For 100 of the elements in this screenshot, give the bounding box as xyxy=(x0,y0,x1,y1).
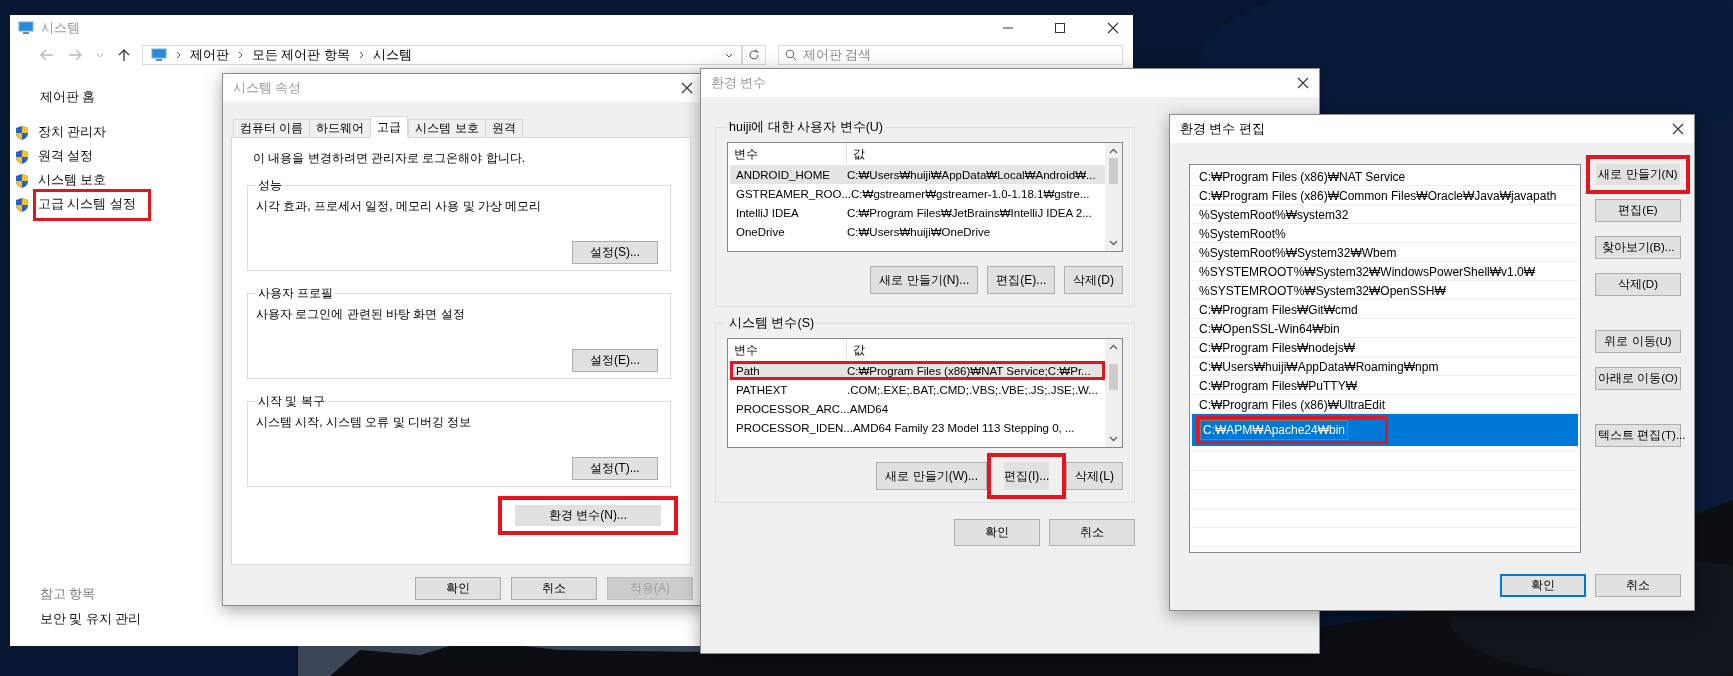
column-header[interactable]: 값 xyxy=(847,143,1105,165)
table-cell-text: PROCESSOR_IDEN... xyxy=(735,421,853,434)
table-cell: C:₩Users₩huiji₩AppData₩Local₩Android₩... xyxy=(847,168,1096,181)
list-item[interactable]: C:₩Program Files (x86)₩NAT Service xyxy=(1192,167,1578,186)
sidebar-link[interactable]: 고급 시스템 설정 xyxy=(33,189,151,221)
dialog-button[interactable]: 편집(I)... xyxy=(987,453,1067,499)
dialog-button[interactable]: 편집(E)... xyxy=(987,266,1056,294)
search-icon xyxy=(785,49,797,61)
side-button[interactable]: 위로 이동(U) xyxy=(1595,330,1681,353)
table-cell: C:₩Program Files (x86)₩NAT Service;C:₩Pr... xyxy=(847,364,1091,377)
list-item[interactable]: C:₩APM₩Apache24₩bin xyxy=(1192,414,1578,446)
close-icon[interactable] xyxy=(1107,22,1119,34)
table-cell-text: Path xyxy=(735,364,761,377)
side-button[interactable]: 편집(E) xyxy=(1595,199,1681,222)
dialog-button[interactable]: 확인 xyxy=(1500,574,1586,597)
dialog-button[interactable]: 취소 xyxy=(511,577,597,600)
table-row[interactable]: OneDrive C:₩Users₩huiji₩OneDrive xyxy=(730,222,1105,241)
dialog-button[interactable]: 새로 만들기(N)... xyxy=(870,266,979,294)
dialog-button[interactable]: 취소 xyxy=(1049,519,1135,546)
shield-icon xyxy=(15,148,29,165)
group-title: huiji에 대한 사용자 변수(U) xyxy=(728,119,884,136)
table-row[interactable]: ANDROID_HOME C:₩Users₩huiji₩AppData₩Local₩Android₩... xyxy=(730,165,1105,184)
tab[interactable]: 컴퓨터 이름 xyxy=(233,119,310,138)
chevron-up-icon[interactable] xyxy=(1109,148,1118,154)
table-row[interactable]: PROCESSOR_ARC...AMD64 xyxy=(730,399,1105,418)
search-input[interactable]: 제어판 검색 xyxy=(803,48,1103,62)
tab[interactable]: 고급 xyxy=(370,116,409,138)
side-button[interactable]: 찾아보기(B)... xyxy=(1595,236,1681,259)
sidebar-link[interactable]: 원격 설정 xyxy=(38,148,94,165)
breadcrumb-item[interactable]: 제어판 xyxy=(190,46,229,64)
scrollbar-thumb[interactable] xyxy=(1109,364,1118,390)
side-button[interactable]: 삭제(D) xyxy=(1595,273,1681,296)
list-item[interactable]: C:₩OpenSSL-Win64₩bin xyxy=(1192,319,1578,338)
refresh-icon xyxy=(748,49,760,61)
monitor-icon xyxy=(18,21,34,35)
maximize-icon[interactable] xyxy=(1055,23,1065,33)
sidebar-link[interactable]: 장치 관리자 xyxy=(38,124,107,141)
dialog-button[interactable]: 삭제(L) xyxy=(1066,462,1123,490)
table-row[interactable]: IntelliJ IDEA C:₩Program Files₩JetBrains₩IntelliJ IDEA 2... xyxy=(730,203,1105,222)
side-button[interactable]: 새로 만들기(N) xyxy=(1586,155,1690,194)
search-field[interactable]: 제어판 검색 xyxy=(778,45,1123,65)
tab[interactable]: 시스템 보호 xyxy=(408,119,485,138)
column-header[interactable]: 값 xyxy=(847,339,1105,361)
list-item[interactable]: C:₩Program Files (x86)₩UltraEdit xyxy=(1192,395,1578,414)
refresh-button[interactable] xyxy=(742,45,766,65)
table-row[interactable]: PROCESSOR_IDEN...AMD64 Family 23 Model 113 Stepping 0, ... xyxy=(730,418,1105,437)
breadcrumb-item[interactable]: 시스템 xyxy=(372,46,412,64)
table-row[interactable]: GSTREAMER_ROO...C:₩gstreamer₩gstreamer-1.0-1.18.1₩gstre... xyxy=(730,184,1105,203)
dialog-button[interactable]: 삭제(D) xyxy=(1064,266,1123,294)
sidebar-link[interactable]: 시스템 보호 xyxy=(38,172,107,189)
list-item[interactable]: %SystemRoot%₩system32 xyxy=(1192,205,1578,224)
scrollbar[interactable] xyxy=(1105,143,1122,251)
dialog-button[interactable]: 확인 xyxy=(415,577,501,600)
dialog-button[interactable]: 취소 xyxy=(1595,574,1681,597)
group-description: 시각 효과, 프로세서 일정, 메모리 사용 및 가상 메모리 xyxy=(256,198,543,215)
chevron-down-icon[interactable] xyxy=(725,52,733,58)
list-item[interactable]: %SYSTEMROOT%₩System32₩WindowsPowerShell₩v1.0₩ xyxy=(1192,262,1578,281)
chevron-up-icon[interactable] xyxy=(1109,344,1118,350)
chevron-down-icon[interactable] xyxy=(1109,436,1118,442)
tab[interactable]: 하드웨어 xyxy=(309,119,371,138)
list-item[interactable]: C:₩Program Files₩nodejs₩ xyxy=(1192,338,1578,357)
group-title: 시작 및 복구 xyxy=(257,393,326,410)
dialog-title: 환경 변수 xyxy=(711,74,767,92)
table-cell: C:₩Users₩huiji₩OneDrive xyxy=(847,225,991,238)
sidebar-link[interactable]: 보안 및 유지 관리 xyxy=(40,611,215,628)
list-item[interactable]: %SystemRoot%₩System32₩Wbem xyxy=(1192,243,1578,262)
settings-button[interactable]: 설정(T)... xyxy=(572,457,658,480)
scrollbar[interactable] xyxy=(1105,339,1122,447)
table-cell: .COM;.EXE;.BAT;.CMD;.VBS;.VBE;.JS;.JSE;.W... xyxy=(847,383,1098,396)
table-cell: AMD64 Family 23 Model 113 Stepping 0, ... xyxy=(852,421,1075,434)
scrollbar-thumb[interactable] xyxy=(1109,158,1118,184)
chevron-down-icon[interactable] xyxy=(1109,240,1118,246)
close-icon[interactable] xyxy=(1672,123,1684,135)
list-item[interactable]: C:₩Program Files₩Git₩cmd xyxy=(1192,300,1578,319)
list-item[interactable]: %SystemRoot% xyxy=(1192,224,1578,243)
environment-variables-button[interactable]: 환경 변수(N)... xyxy=(498,496,678,535)
list-item[interactable]: %SYSTEMROOT%₩System32₩OpenSSH₩ xyxy=(1192,281,1578,300)
dialog-title: 환경 변수 편집 xyxy=(1180,120,1265,138)
table-row[interactable]: Path C:₩Program Files (x86)₩NAT Service;C:₩Pr... xyxy=(730,361,1105,380)
table-cell-text: OneDrive xyxy=(735,225,786,238)
settings-button[interactable]: 설정(E)... xyxy=(572,349,658,372)
window-title: 시스템 xyxy=(41,19,80,37)
table-cell: C:₩Program Files₩JetBrains₩IntelliJ IDEA 2... xyxy=(847,206,1092,219)
up-arrow-icon[interactable] xyxy=(118,48,130,62)
input-field[interactable]: C:₩APM₩Apache24₩bin xyxy=(1196,416,1389,444)
table-cell-text: GSTREAMER_ROO... xyxy=(735,187,852,200)
breadcrumb-item[interactable]: 모든 제어판 항목 xyxy=(252,46,350,64)
list-item[interactable]: C:₩Users₩huiji₩AppData₩Roaming₩npm xyxy=(1192,357,1578,376)
dialog-button[interactable]: 확인 xyxy=(954,519,1040,546)
table-row[interactable]: PATHEXT .COM;.EXE;.BAT;.CMD;.VBS;.VBE;.JS;.JSE;.W... xyxy=(730,380,1105,399)
list-item[interactable]: C:₩Program Files₩PuTTY₩ xyxy=(1192,376,1578,395)
side-button[interactable]: 아래로 이동(O) xyxy=(1595,367,1681,390)
list-item[interactable]: C:₩Program Files (x86)₩Common Files₩Oracle₩Java₩javapath xyxy=(1192,186,1578,205)
dialog-button[interactable]: 새로 만들기(W)... xyxy=(876,462,987,490)
address-bar[interactable]: 제어판 모든 제어판 항목 시스템 xyxy=(142,45,742,65)
close-icon[interactable] xyxy=(1297,77,1309,89)
close-icon[interactable] xyxy=(681,82,693,94)
tab[interactable]: 원격 xyxy=(484,119,523,138)
settings-button[interactable]: 설정(S)... xyxy=(572,241,658,264)
sidebar-link[interactable]: 제어판 홈 xyxy=(40,89,215,106)
